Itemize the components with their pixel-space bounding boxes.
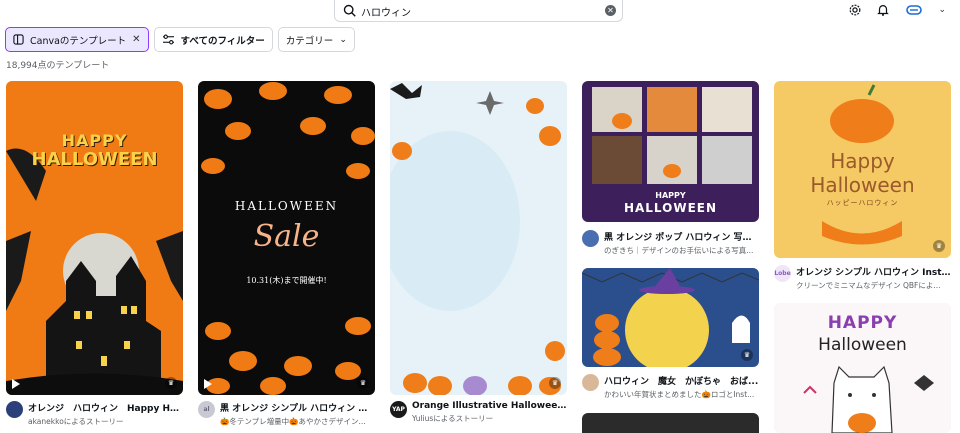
card-author[interactable]: Yuliusによるストーリー: [412, 413, 567, 424]
category-label: カテゴリー: [285, 35, 334, 47]
template-card-1[interactable]: HAPPY HALLOWEEN ♛: [6, 81, 183, 395]
card-author[interactable]: クリーンでミニマムなデザイン QBFによ...: [796, 280, 951, 291]
card-3-meta: YAP Orange Illustrative Halloween Bac...…: [390, 401, 567, 424]
brand-logo[interactable]: [904, 3, 925, 17]
card-author[interactable]: 🎃冬テンプレ増量中🎃あやかさデザイン...: [220, 416, 375, 427]
crown-icon: ♛: [357, 377, 369, 389]
all-filters-button[interactable]: すべてのフィルター: [153, 27, 273, 52]
card-overlay-title: HAPPY: [61, 131, 128, 150]
sliders-icon: [162, 34, 174, 45]
haunted-house-illustration: [6, 148, 183, 395]
close-circle-icon[interactable]: ✕: [605, 5, 616, 16]
crown-icon: ♛: [165, 377, 177, 389]
card-overlay-caption: ハッピーハロウィン: [826, 199, 899, 207]
card-author[interactable]: akanekkoによるストーリー: [28, 416, 183, 427]
template-card-6[interactable]: Happy Halloween ハッピーハロウィン ♛: [774, 81, 951, 258]
card-title[interactable]: ハロウィン 魔女 かぼちゃ おば...: [604, 374, 758, 387]
template-card-4[interactable]: HAPPY HALLOWEEN: [582, 81, 759, 222]
card-overlay-subtitle: Sale: [253, 219, 320, 254]
search-bar[interactable]: ハロウィン ✕: [334, 0, 623, 22]
card-overlay-title: HAPPY: [827, 313, 898, 333]
card-overlay-caption: 10.31(木)まで開催中!: [246, 276, 327, 285]
bell-icon[interactable]: [876, 3, 890, 17]
card-5-meta: ハロウィン 魔女 かぼちゃ おば... かわいい年賀状まとめました🎃ロゴとIns…: [582, 374, 759, 400]
play-icon[interactable]: [204, 379, 212, 389]
chevron-down-icon: ⌄: [339, 34, 347, 45]
template-card-2[interactable]: HALLOWEEN Sale 10.31(木)まで開催中! ♛: [198, 81, 375, 395]
filter-bar: Canvaのテンプレート ✕ すべてのフィルター カテゴリー ⌄: [5, 27, 355, 52]
play-icon[interactable]: [12, 379, 20, 389]
header-actions: ⌄: [848, 3, 946, 17]
card-title[interactable]: 黒 オレンジ ポップ ハロウィン 写真...: [604, 230, 759, 243]
all-filters-label: すべてのフィルター: [180, 35, 265, 47]
chip-label: Canvaのテンプレート: [30, 35, 127, 47]
canva-templates-chip[interactable]: Canvaのテンプレート ✕: [5, 27, 149, 52]
card-title[interactable]: 黒 オレンジ シンプル ハロウィン パ...: [220, 401, 375, 414]
template-card-3[interactable]: ♛: [390, 81, 567, 395]
card-title[interactable]: オレンジ ハロウィン Happy Hall...: [28, 401, 183, 414]
card-title[interactable]: Orange Illustrative Halloween Bac...: [412, 401, 567, 411]
avatar: [582, 230, 599, 247]
template-icon: [13, 34, 24, 45]
card-author[interactable]: かわいい年賀状まとめました🎃ロゴとInst...: [604, 389, 758, 400]
card-6-meta: Lobe オレンジ シンプル ハロウィン Instag... クリーンでミニマム…: [774, 265, 951, 291]
result-count: 18,994点のテンプレート: [6, 61, 110, 71]
avatar: [6, 401, 23, 418]
card-overlay-title: HALLOWEEN: [234, 199, 339, 213]
category-dropdown[interactable]: カテゴリー ⌄: [277, 27, 355, 52]
card-1-meta: オレンジ ハロウィン Happy Hall... akanekkoによるストーリ…: [6, 401, 183, 427]
chevron-down-icon[interactable]: ⌄: [938, 5, 946, 15]
template-card-partial[interactable]: [582, 413, 759, 433]
remove-filter-icon[interactable]: ✕: [132, 34, 140, 45]
settings-icon[interactable]: [848, 3, 862, 17]
card-overlay-title: HAPPY: [655, 191, 686, 200]
crown-icon: ♛: [549, 377, 561, 389]
card-overlay-subtitle: HALLOWEEN: [623, 201, 718, 215]
search-input[interactable]: ハロウィン: [361, 4, 411, 19]
template-card-7[interactable]: HAPPY Halloween: [774, 303, 951, 433]
card-overlay-subtitle: Halloween: [818, 335, 907, 355]
card-title[interactable]: オレンジ シンプル ハロウィン Instag...: [796, 265, 951, 278]
template-card-5[interactable]: ♛: [582, 268, 759, 367]
avatar: [582, 374, 599, 391]
avatar: Lobe: [774, 265, 791, 282]
card-overlay-title: Happy: [830, 149, 895, 173]
card-4-meta: 黒 オレンジ ポップ ハロウィン 写真... のぎきち｜デザインのお手伝いによる…: [582, 230, 759, 256]
crown-icon: ♛: [933, 240, 945, 252]
avatar: YAP: [390, 401, 407, 418]
card-overlay-subtitle: Halloween: [810, 173, 915, 197]
search-icon: [343, 4, 356, 17]
avatar: al: [198, 401, 215, 418]
card-author[interactable]: のぎきち｜デザインのお手伝いによる写真...: [604, 245, 759, 256]
card-2-meta: al 黒 オレンジ シンプル ハロウィン パ... 🎃冬テンプレ増量中🎃あやかさ…: [198, 401, 375, 427]
witch-moon-illustration: [582, 268, 759, 367]
crown-icon: ♛: [741, 349, 753, 361]
watercolor-pumpkins-illustration: [390, 83, 565, 395]
card-overlay-subtitle: HALLOWEEN: [31, 149, 158, 170]
